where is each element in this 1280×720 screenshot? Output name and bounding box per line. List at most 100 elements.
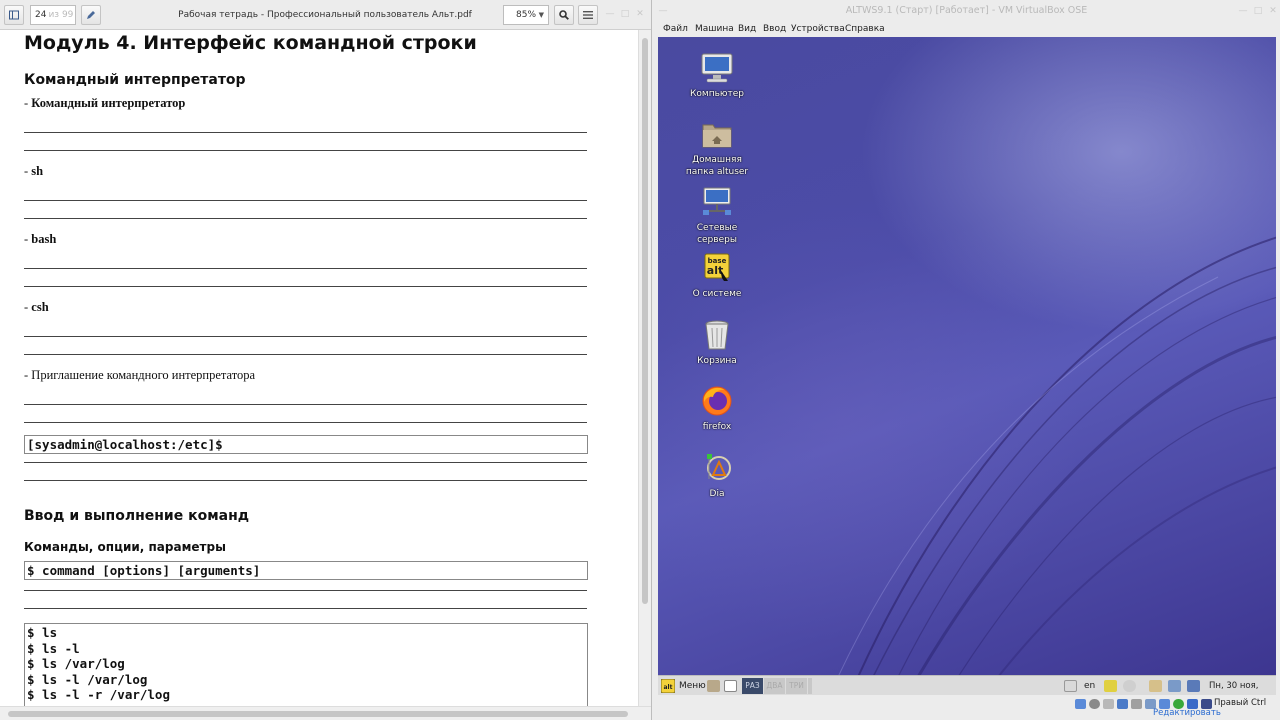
menu-view[interactable]: Вид: [738, 22, 756, 37]
hamburger-icon: [583, 11, 593, 19]
workspace-4[interactable]: [808, 678, 812, 694]
module-title: Модуль 4. Интерфейс командной строки: [24, 32, 477, 54]
volume-icon[interactable]: [1123, 680, 1136, 692]
search-button[interactable]: [554, 5, 574, 25]
answer-line: [24, 480, 587, 481]
file-manager-icon[interactable]: [707, 680, 720, 692]
optical-drive-icon[interactable]: [1089, 699, 1100, 709]
minimize-button[interactable]: —: [605, 9, 615, 19]
menu-input[interactable]: Ввод: [763, 22, 786, 37]
search-icon: [559, 10, 569, 20]
panel-menu-label[interactable]: Меню: [679, 676, 706, 696]
sidebar-icon: [9, 10, 19, 20]
calendar-tray-icon[interactable]: [1064, 680, 1077, 692]
section-heading-exec: Ввод и выполнение команд: [24, 508, 250, 524]
list-item: - Командный интерпретатор: [24, 96, 186, 110]
computer-icon: [700, 51, 734, 85]
syntax-example: $ command [options] [arguments]: [27, 563, 261, 578]
annotate-button[interactable]: [81, 5, 101, 25]
pdf-page: Модуль 4. Интерфейс командной строки Ком…: [0, 30, 638, 706]
vbox-menubar: Файл Машина Вид Ввод Устройства Справка: [652, 22, 1280, 37]
list-item: - sh: [24, 164, 44, 178]
firefox-icon: [700, 384, 734, 418]
desktop-icon-trash[interactable]: Корзина: [677, 318, 757, 367]
answer-line: [24, 200, 587, 201]
desktop-icon-firefox[interactable]: firefox: [677, 384, 757, 433]
code-line: $ ls -l -r /var/log: [27, 687, 170, 702]
answer-line: [24, 590, 587, 591]
desktop-icon-network-servers[interactable]: Сетевые серверы: [677, 185, 757, 246]
close-button[interactable]: ✕: [1268, 6, 1278, 16]
keyboard-layout[interactable]: en: [1084, 676, 1095, 696]
hard-disk-icon[interactable]: [1075, 699, 1086, 709]
workspace-3[interactable]: ТРИ: [786, 678, 807, 694]
maximize-button[interactable]: □: [620, 9, 630, 19]
page-number-input[interactable]: 24 из 99: [30, 5, 76, 25]
menu-help[interactable]: Справка: [845, 22, 885, 37]
scrollbar-thumb[interactable]: [642, 38, 648, 604]
maximize-button[interactable]: □: [1253, 6, 1263, 16]
horizontal-scrollbar[interactable]: [0, 706, 651, 720]
answer-line: [24, 132, 587, 133]
zoom-select[interactable]: 85% ▼: [503, 5, 549, 25]
list-item: - csh: [24, 300, 49, 314]
code-line: $ ls /var/log: [27, 656, 125, 671]
network-tray-icon[interactable]: [1104, 680, 1117, 692]
pencil-icon: [87, 11, 95, 19]
answer-line: [24, 422, 587, 423]
display-tray-icon[interactable]: [1168, 680, 1181, 692]
usb-icon[interactable]: [1131, 699, 1142, 709]
prompt-example: [sysadmin@localhost:/etc]$: [27, 437, 223, 452]
menu-button[interactable]: [578, 5, 598, 25]
answer-line: [24, 268, 587, 269]
desktop-icon-computer[interactable]: Компьютер: [677, 51, 757, 100]
answer-line: [24, 286, 587, 287]
page-current: 24: [35, 10, 47, 20]
answer-line: [24, 150, 587, 151]
network-adapter-icon[interactable]: [1117, 699, 1128, 709]
vertical-scrollbar[interactable]: [638, 30, 651, 706]
code-line: $ ls: [27, 625, 58, 640]
network-servers-icon: [700, 185, 734, 219]
pdf-viewer-window: 24 из 99 Рабочая тетрадь - Профессиональн…: [0, 0, 651, 720]
answer-line: [24, 608, 587, 609]
sidebar-toggle-button[interactable]: [4, 5, 24, 25]
list-item: - Приглашение командного интерпретатора: [24, 368, 256, 382]
menu-machine[interactable]: Машина: [695, 22, 734, 37]
answer-line: [24, 462, 587, 463]
audio-icon[interactable]: [1103, 699, 1114, 709]
panel-clock[interactable]: Пн, 30 ноя, 12:35: [1209, 676, 1276, 711]
menu-file[interactable]: Файл: [663, 22, 688, 37]
workspace-1[interactable]: РАЗ: [742, 678, 763, 694]
about-system-icon: base alt: [700, 251, 734, 285]
text-editor-icon[interactable]: [724, 680, 737, 692]
code-line: $ ls -l: [27, 640, 80, 656]
code-line: $ ls -l /var/log: [27, 671, 148, 687]
minimize-button[interactable]: —: [1238, 6, 1248, 16]
guest-desktop[interactable]: Компьютер Домашняя папка altuser Сетевые…: [658, 37, 1276, 675]
desktop-icon-about-system[interactable]: base alt О системе: [677, 251, 757, 300]
menu-devices[interactable]: Устройства: [791, 22, 845, 37]
scrollbar-thumb[interactable]: [8, 711, 628, 717]
desktop-icon-home-folder[interactable]: Домашняя папка altuser: [677, 117, 757, 178]
update-tray-icon[interactable]: [1187, 680, 1200, 692]
ls-examples-box: $ ls $ ls -l $ ls /var/log $ ls -l /var/…: [24, 623, 588, 706]
close-button[interactable]: ✕: [635, 9, 645, 19]
zoom-value: 85%: [516, 10, 537, 20]
edit-label[interactable]: Редактировать: [1153, 708, 1221, 718]
answer-line: [24, 404, 587, 405]
subsection-heading: Команды, опции, параметры: [24, 540, 226, 554]
chevron-down-icon: ▼: [538, 11, 544, 19]
prompt-example-box: [sysadmin@localhost:/etc]$: [24, 435, 588, 454]
svg-text:alt: alt: [664, 684, 673, 691]
clipboard-tray-icon[interactable]: [1149, 680, 1162, 692]
alt-menu-icon[interactable]: alt: [661, 679, 675, 693]
answer-line: [24, 336, 587, 337]
virtualbox-window: — ALTWS9.1 (Старт) [Работает] - VM Virtu…: [651, 0, 1280, 720]
page-total: из 99: [48, 10, 74, 20]
pdf-toolbar: 24 из 99 Рабочая тетрадь - Профессиональн…: [0, 0, 651, 30]
section-heading-shell: Командный интерпретатор: [24, 72, 246, 88]
desktop-icon-dia[interactable]: Dia: [677, 451, 757, 500]
list-item: - bash: [24, 232, 57, 246]
workspace-2[interactable]: ДВА: [764, 678, 785, 694]
